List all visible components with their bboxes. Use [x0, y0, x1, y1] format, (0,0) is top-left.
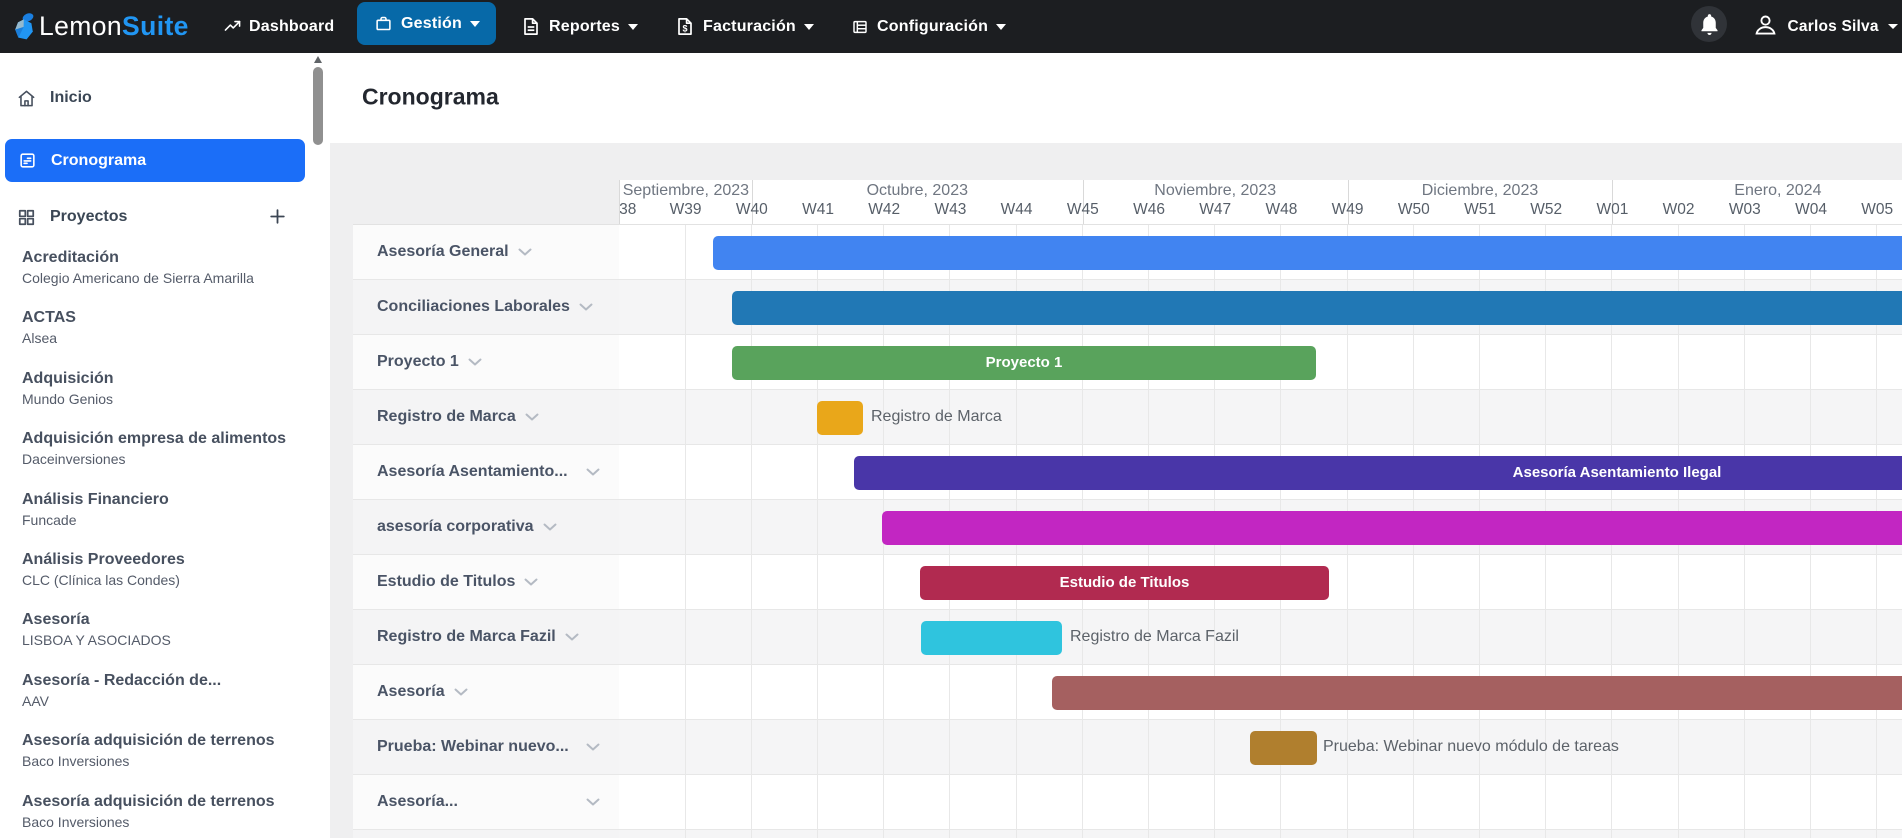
svg-text:$: $: [682, 24, 687, 34]
